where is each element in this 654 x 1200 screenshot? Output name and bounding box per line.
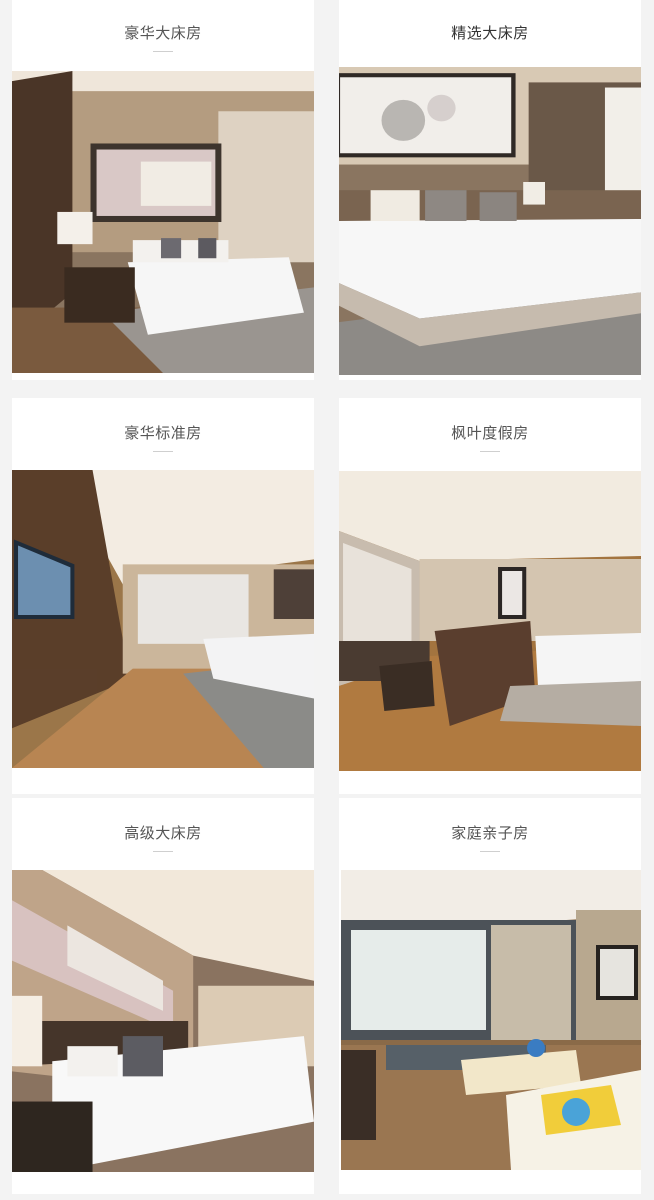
room-card-deluxe-king[interactable]: 豪华大床房 [12,0,314,380]
room-card-superior-king[interactable]: 高级大床房 [12,798,314,1194]
room-photo-image [339,67,641,375]
room-photo[interactable] [12,71,314,373]
title-divider [153,851,173,852]
title-divider [480,451,500,452]
room-card-title: 豪华标准房 [124,424,202,442]
room-photo[interactable] [12,470,314,768]
room-card-title: 豪华大床房 [124,24,202,42]
room-photo[interactable] [339,471,641,771]
room-photo[interactable] [339,67,641,375]
room-photo[interactable] [341,870,641,1170]
room-card-title: 枫叶度假房 [451,424,529,442]
room-photo[interactable] [12,870,314,1172]
room-photo-image [341,870,641,1170]
room-photo-image [12,870,314,1172]
room-card-family[interactable]: 家庭亲子房 [339,798,641,1194]
room-photo-image [339,471,641,771]
room-photo-image [12,71,314,373]
room-card-maple-resort[interactable]: 枫叶度假房 [339,398,641,794]
room-card-title: 精选大床房 [451,24,529,42]
title-divider [153,51,173,52]
room-card-deluxe-twin[interactable]: 豪华标准房 [12,398,314,794]
title-divider [153,451,173,452]
room-photo-image [12,470,314,768]
room-card-select-king[interactable]: 精选大床房 [339,0,641,380]
title-divider [480,851,500,852]
room-card-title: 高级大床房 [124,824,202,842]
room-card-title: 家庭亲子房 [451,824,529,842]
